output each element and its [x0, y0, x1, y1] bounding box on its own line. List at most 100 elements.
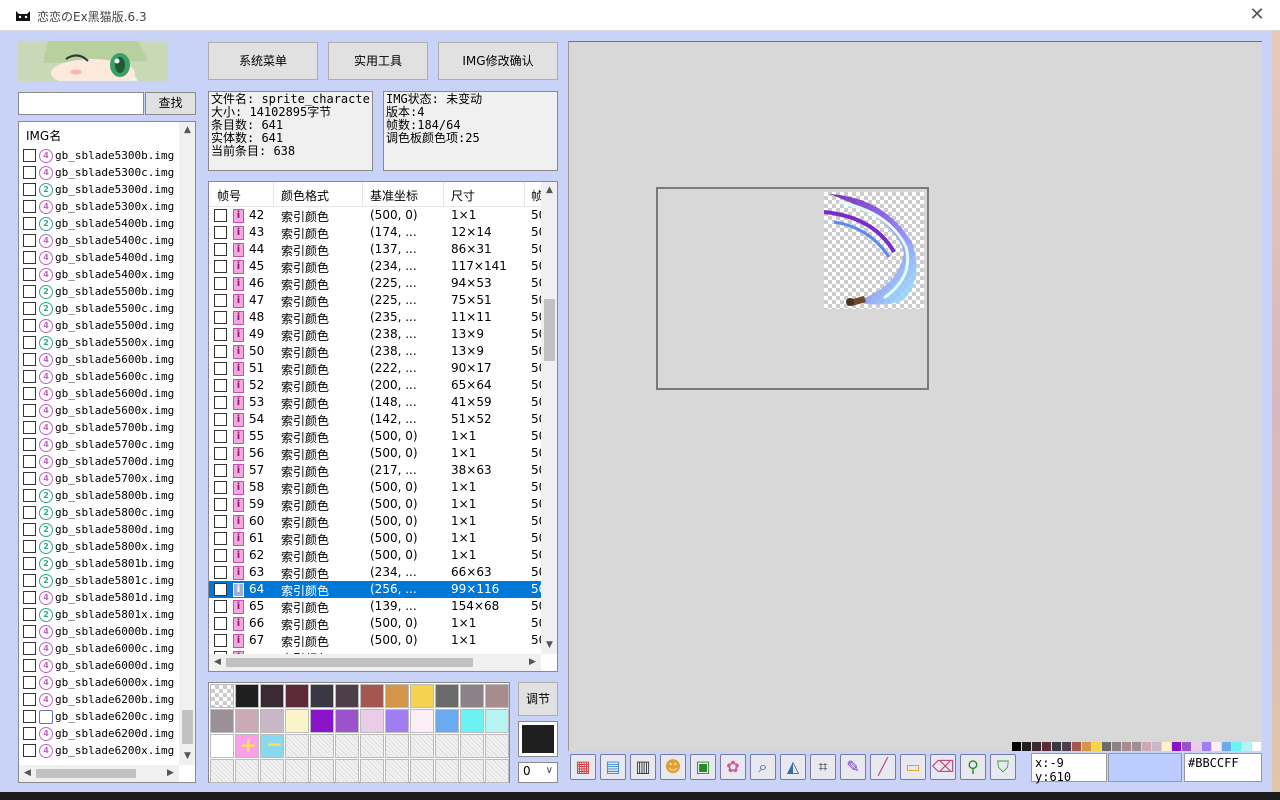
img-checkbox[interactable] — [23, 370, 36, 383]
palette-color-swatch[interactable] — [335, 709, 359, 733]
mini-palette-swatch[interactable] — [1142, 742, 1151, 751]
img-list-item[interactable]: 4 gb_sblade5700x.img — [23, 470, 181, 487]
palette-empty-slot[interactable] — [485, 734, 509, 758]
mini-palette-swatch[interactable] — [1072, 742, 1081, 751]
rect-tool-button[interactable]: ▭ — [900, 754, 926, 780]
frame-checkbox[interactable] — [214, 600, 227, 613]
img-list-item[interactable]: 2 gb_sblade5500x.img — [23, 334, 181, 351]
img-checkbox[interactable] — [23, 591, 36, 604]
canvas-area[interactable] — [568, 41, 1262, 751]
img-list-item[interactable]: 2 gb_sblade5500c.img — [23, 300, 181, 317]
img-list-item[interactable]: 4 gb_sblade5600b.img — [23, 351, 181, 368]
img-list-item[interactable]: 4 gb_sblade5300b.img — [23, 147, 181, 164]
scroll-up-icon[interactable]: ▲ — [179, 122, 195, 139]
img-checkbox[interactable] — [23, 166, 36, 179]
palette-empty-slot[interactable] — [385, 759, 409, 783]
palette-color-swatch[interactable] — [460, 684, 484, 708]
palette-grid[interactable]: + − — [208, 682, 510, 783]
frame-checkbox[interactable] — [214, 515, 227, 528]
img-list-item[interactable]: 4 gb_sblade6200d.img — [23, 725, 181, 742]
palette-color-swatch[interactable] — [235, 684, 259, 708]
frame-checkbox[interactable] — [214, 498, 227, 511]
adjust-button[interactable]: 调节 — [518, 682, 558, 716]
zoom-tool-button[interactable]: ⌕ — [750, 754, 776, 780]
column-header-base-coords[interactable]: 基准坐标 — [370, 187, 418, 204]
frame-checkbox[interactable] — [214, 532, 227, 545]
mini-palette-swatch[interactable] — [1102, 742, 1111, 751]
frame-checkbox[interactable] — [214, 464, 227, 477]
img-checkbox[interactable] — [23, 319, 36, 332]
img-list-item[interactable]: 4 gb_sblade5600c.img — [23, 368, 181, 385]
frame-checkbox[interactable] — [214, 447, 227, 460]
frame-checkbox[interactable] — [214, 396, 227, 409]
palette-transparent-swatch[interactable] — [210, 684, 234, 708]
palette-color-swatch[interactable] — [385, 684, 409, 708]
frame-checkbox[interactable] — [214, 294, 227, 307]
img-list-item[interactable]: 4 gb_sblade5400x.img — [23, 266, 181, 283]
img-checkbox[interactable] — [23, 676, 36, 689]
frame-row[interactable]: i 59 索引颜色 (500, 0) 1×1 50 — [209, 496, 546, 513]
img-checkbox[interactable] — [23, 710, 36, 723]
scroll-left-icon[interactable]: ◀ — [19, 765, 36, 782]
mini-palette-swatch[interactable] — [1212, 742, 1221, 751]
frame-row[interactable]: i 56 索引颜色 (500, 0) 1×1 50 — [209, 445, 546, 462]
add-color-button[interactable]: + — [235, 733, 259, 758]
img-checkbox[interactable] — [23, 727, 36, 740]
palette-color-swatch[interactable] — [485, 709, 509, 733]
img-list-item[interactable]: 4 gb_sblade6200x.img — [23, 742, 181, 759]
frame-row[interactable]: i 49 索引颜色 (238, ... 13×9 50 — [209, 326, 546, 343]
palette-empty-slot[interactable] — [235, 759, 259, 783]
frame-checkbox[interactable] — [214, 566, 227, 579]
frame-checkbox[interactable] — [214, 362, 227, 375]
tag-tool-button[interactable]: ⛉ — [990, 754, 1016, 780]
img-list-item[interactable]: 2 gb_sblade5500b.img — [23, 283, 181, 300]
palette-color-swatch[interactable] — [260, 684, 284, 708]
palette-color-swatch[interactable] — [335, 684, 359, 708]
frame-checkbox[interactable] — [214, 413, 227, 426]
tools-button[interactable]: 实用工具 — [328, 42, 428, 80]
img-checkbox[interactable] — [23, 557, 36, 570]
img-list-item[interactable]: 2 gb_sblade5800d.img — [23, 521, 181, 538]
pencil-tool-button[interactable]: ✎ — [840, 754, 866, 780]
palette-color-swatch[interactable] — [360, 684, 384, 708]
palette-color-swatch[interactable] — [285, 684, 309, 708]
palette-empty-slot[interactable] — [310, 734, 334, 758]
scroll-left-icon[interactable]: ◀ — [209, 654, 226, 671]
palette-empty-slot[interactable] — [335, 759, 359, 783]
mini-palette-swatch[interactable] — [1232, 742, 1241, 751]
frame-table[interactable]: 帧号 颜色格式 基准坐标 尺寸 帧 i 42 索引颜色 (500, 0) 1×1 50 i 4… — [208, 181, 558, 672]
img-list-item[interactable]: 2 gb_sblade5800c.img — [23, 504, 181, 521]
frame-row[interactable]: i 65 索引颜色 (139, ... 154×68 50 — [209, 598, 546, 615]
img-checkbox[interactable] — [23, 625, 36, 638]
mini-palette-swatch[interactable] — [1122, 742, 1131, 751]
frame-checkbox[interactable] — [214, 277, 227, 290]
frame-checkbox[interactable] — [214, 430, 227, 443]
img-checkbox[interactable] — [23, 387, 36, 400]
frame-checkbox[interactable] — [214, 481, 227, 494]
img-list-item[interactable]: 4 gb_sblade5700d.img — [23, 453, 181, 470]
frame-row[interactable]: i 51 索引颜色 (222, ... 90×17 50 — [209, 360, 546, 377]
column-header-size[interactable]: 尺寸 — [451, 187, 475, 204]
search-input[interactable] — [18, 92, 144, 115]
img-list-item[interactable]: 2 gb_sblade5801b.img — [23, 555, 181, 572]
palette-empty-slot[interactable] — [310, 759, 334, 783]
frame-row[interactable]: i 58 索引颜色 (500, 0) 1×1 50 — [209, 479, 546, 496]
palette-color-swatch[interactable] — [460, 709, 484, 733]
palette-empty-slot[interactable] — [335, 734, 359, 758]
img-list-item[interactable]: gb_sblade6200c.img — [23, 708, 181, 725]
frame-row[interactable]: i 54 索引颜色 (142, ... 51×52 50 — [209, 411, 546, 428]
img-checkbox[interactable] — [23, 455, 36, 468]
img-list-item[interactable]: 4 gb_sblade5400d.img — [23, 249, 181, 266]
mini-palette-swatch[interactable] — [1182, 742, 1191, 751]
img-list-vscroll-thumb[interactable] — [182, 710, 193, 744]
img-checkbox[interactable] — [23, 200, 36, 213]
img-checkbox[interactable] — [23, 183, 36, 196]
cat-tool-button[interactable]: ☻ — [660, 754, 686, 780]
frame-row[interactable]: i 53 索引颜色 (148, ... 41×59 50 — [209, 394, 546, 411]
img-list-item[interactable]: 2 gb_sblade5801x.img — [23, 606, 181, 623]
scroll-down-icon[interactable]: ▼ — [179, 748, 195, 765]
img-list-item[interactable]: 2 gb_sblade5400b.img — [23, 215, 181, 232]
frame-checkbox[interactable] — [214, 226, 227, 239]
frame-checkbox[interactable] — [214, 328, 227, 341]
palette-empty-slot[interactable] — [285, 734, 309, 758]
